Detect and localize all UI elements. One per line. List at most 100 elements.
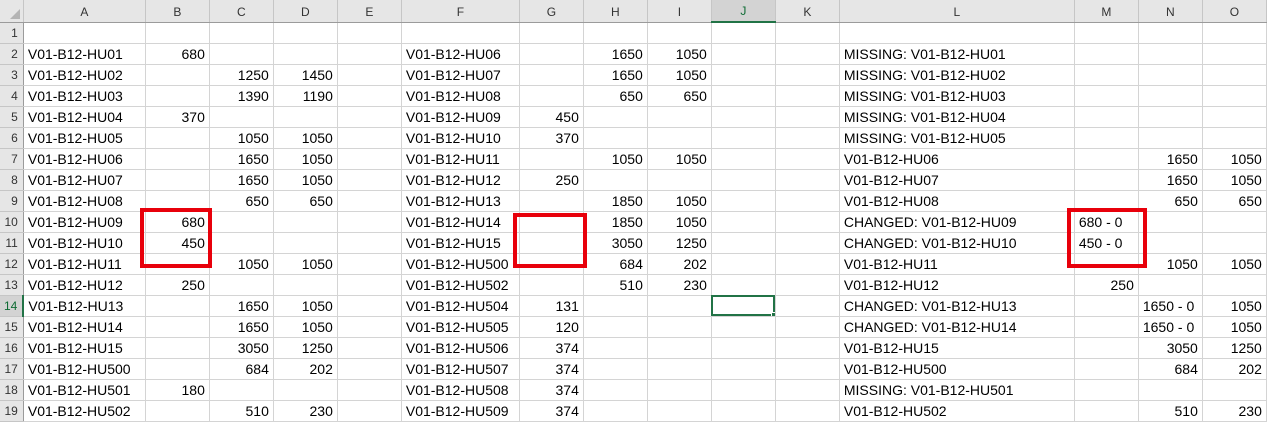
column-header-g[interactable]: G [519, 0, 584, 23]
cell-f10[interactable]: V01-B12-HU14 [401, 211, 520, 233]
column-header-e[interactable]: E [337, 0, 402, 23]
cell-m16[interactable] [1074, 337, 1139, 359]
cell-e19[interactable] [337, 400, 402, 422]
cell-b8[interactable] [145, 169, 210, 191]
cell-d14[interactable]: 1050 [273, 295, 338, 317]
cell-d13[interactable] [273, 274, 338, 296]
cell-f19[interactable]: V01-B12-HU509 [401, 400, 520, 422]
cell-b15[interactable] [145, 316, 210, 338]
cell-h10[interactable]: 1850 [583, 211, 648, 233]
cell-j15[interactable] [711, 316, 776, 338]
cell-g13[interactable] [519, 274, 584, 296]
cell-c12[interactable]: 1050 [209, 253, 274, 275]
column-header-j[interactable]: J [711, 0, 776, 23]
cell-h11[interactable]: 3050 [583, 232, 648, 254]
cell-c19[interactable]: 510 [209, 400, 274, 422]
cell-m12[interactable] [1074, 253, 1139, 275]
cell-e3[interactable] [337, 64, 402, 86]
cell-e17[interactable] [337, 358, 402, 380]
cell-a2[interactable]: V01-B12-HU01 [23, 43, 146, 65]
cell-g9[interactable] [519, 190, 584, 212]
row-header[interactable]: 4 [0, 85, 24, 107]
cell-n1[interactable] [1138, 22, 1203, 44]
cell-i11[interactable]: 1250 [647, 232, 712, 254]
cell-i6[interactable] [647, 127, 712, 149]
cell-k5[interactable] [775, 106, 840, 128]
cell-b5[interactable]: 370 [145, 106, 210, 128]
column-header-k[interactable]: K [775, 0, 840, 23]
cell-j3[interactable] [711, 64, 776, 86]
cell-h19[interactable] [583, 400, 648, 422]
cell-o10[interactable] [1202, 211, 1267, 233]
cell-b2[interactable]: 680 [145, 43, 210, 65]
cell-a16[interactable]: V01-B12-HU15 [23, 337, 146, 359]
cell-i16[interactable] [647, 337, 712, 359]
cell-l7[interactable]: V01-B12-HU06 [839, 148, 1075, 170]
cell-j8[interactable] [711, 169, 776, 191]
cell-f6[interactable]: V01-B12-HU10 [401, 127, 520, 149]
cell-a5[interactable]: V01-B12-HU04 [23, 106, 146, 128]
cell-n10[interactable] [1138, 211, 1203, 233]
cell-k13[interactable] [775, 274, 840, 296]
cell-g17[interactable]: 374 [519, 358, 584, 380]
cell-e9[interactable] [337, 190, 402, 212]
row-header[interactable]: 13 [0, 274, 24, 296]
cell-l6[interactable]: MISSING: V01-B12-HU05 [839, 127, 1075, 149]
cell-j10[interactable] [711, 211, 776, 233]
cell-n18[interactable] [1138, 379, 1203, 401]
cell-d17[interactable]: 202 [273, 358, 338, 380]
cell-i8[interactable] [647, 169, 712, 191]
column-header-m[interactable]: M [1074, 0, 1139, 23]
cell-k3[interactable] [775, 64, 840, 86]
cell-j14[interactable] [711, 295, 776, 317]
cell-b4[interactable] [145, 85, 210, 107]
cell-f11[interactable]: V01-B12-HU15 [401, 232, 520, 254]
cell-f5[interactable]: V01-B12-HU09 [401, 106, 520, 128]
column-header-c[interactable]: C [209, 0, 274, 23]
cell-k7[interactable] [775, 148, 840, 170]
cell-n14[interactable]: 1650 - 0 [1138, 295, 1203, 317]
cell-j11[interactable] [711, 232, 776, 254]
cell-k1[interactable] [775, 22, 840, 44]
cell-k19[interactable] [775, 400, 840, 422]
cell-g2[interactable] [519, 43, 584, 65]
cell-c2[interactable] [209, 43, 274, 65]
column-header-o[interactable]: O [1202, 0, 1267, 23]
cell-n4[interactable] [1138, 85, 1203, 107]
cell-k16[interactable] [775, 337, 840, 359]
cell-h2[interactable]: 1650 [583, 43, 648, 65]
cell-l17[interactable]: V01-B12-HU500 [839, 358, 1075, 380]
cell-i17[interactable] [647, 358, 712, 380]
cell-m6[interactable] [1074, 127, 1139, 149]
cell-m4[interactable] [1074, 85, 1139, 107]
cell-a3[interactable]: V01-B12-HU02 [23, 64, 146, 86]
cell-o19[interactable]: 230 [1202, 400, 1267, 422]
cell-b11[interactable]: 450 [145, 232, 210, 254]
cell-j6[interactable] [711, 127, 776, 149]
row-header[interactable]: 14 [0, 295, 25, 317]
row-header[interactable]: 12 [0, 253, 24, 275]
cell-e7[interactable] [337, 148, 402, 170]
cell-i12[interactable]: 202 [647, 253, 712, 275]
cell-j13[interactable] [711, 274, 776, 296]
cell-k4[interactable] [775, 85, 840, 107]
cell-d6[interactable]: 1050 [273, 127, 338, 149]
cell-l11[interactable]: CHANGED: V01-B12-HU10 [839, 232, 1075, 254]
cell-e8[interactable] [337, 169, 402, 191]
cell-o16[interactable]: 1250 [1202, 337, 1267, 359]
cell-g5[interactable]: 450 [519, 106, 584, 128]
cell-c10[interactable] [209, 211, 274, 233]
cell-l15[interactable]: CHANGED: V01-B12-HU14 [839, 316, 1075, 338]
cell-f16[interactable]: V01-B12-HU506 [401, 337, 520, 359]
cell-d18[interactable] [273, 379, 338, 401]
cell-g1[interactable] [519, 22, 584, 44]
cell-a17[interactable]: V01-B12-HU500 [23, 358, 146, 380]
row-header[interactable]: 1 [0, 22, 24, 44]
cell-n9[interactable]: 650 [1138, 190, 1203, 212]
cell-i9[interactable]: 1050 [647, 190, 712, 212]
cell-n19[interactable]: 510 [1138, 400, 1203, 422]
cell-n3[interactable] [1138, 64, 1203, 86]
cell-f17[interactable]: V01-B12-HU507 [401, 358, 520, 380]
cell-e18[interactable] [337, 379, 402, 401]
cell-f18[interactable]: V01-B12-HU508 [401, 379, 520, 401]
